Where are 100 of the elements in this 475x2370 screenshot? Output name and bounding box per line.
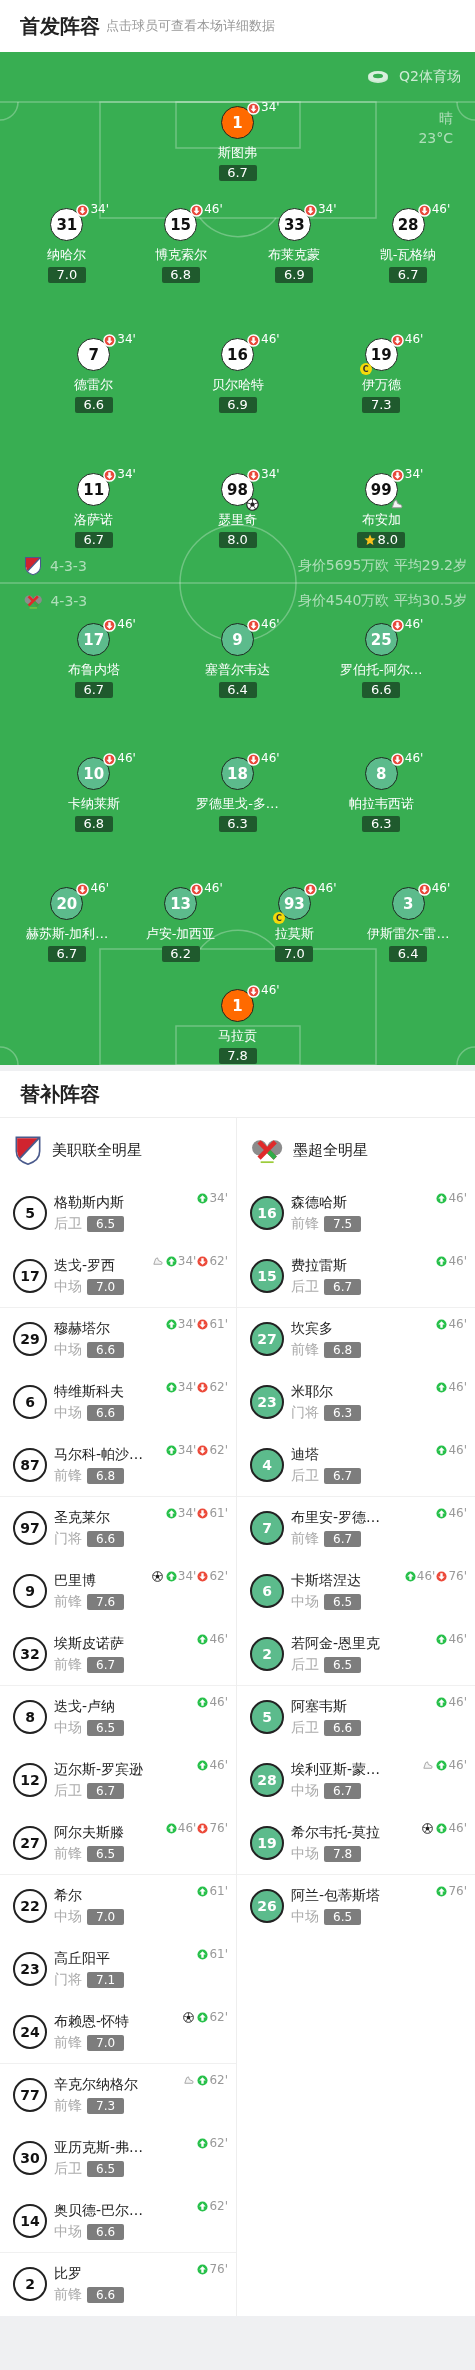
weather-text: 晴: [439, 110, 453, 128]
substitute-row[interactable]: 26 阿兰-包蒂斯塔 中场 6.5 76': [237, 1875, 475, 1938]
substitute-row[interactable]: 5 格勒斯内斯 后卫 6.5 34': [0, 1182, 236, 1245]
player-name: 凯-瓦格纳: [379, 246, 437, 264]
sub-out-icon: [390, 753, 404, 766]
player-position: 前锋: [291, 1529, 319, 1548]
minute-text: 62': [209, 1380, 228, 1394]
substitute-row[interactable]: 6 特维斯科夫 中场 6.6 34' 62': [0, 1371, 236, 1434]
section-title: 首发阵容: [20, 12, 100, 40]
sub-in-icon: [436, 1318, 448, 1330]
minute-text: 61': [209, 1317, 228, 1331]
substitute-row[interactable]: 28 埃利亚斯-蒙… 中场 6.7 46': [237, 1749, 475, 1812]
player-position: 前锋: [54, 1592, 82, 1611]
substitute-row[interactable]: 2 比罗 前锋 6.6 76': [0, 2253, 236, 2316]
player-name: 罗伯托-阿尔…: [339, 661, 423, 679]
substitute-row[interactable]: 9 巴里博 前锋 7.6 34' 62': [0, 1560, 236, 1623]
substitute-row[interactable]: 2 若阿金-恩里克 后卫 6.5 46': [237, 1623, 475, 1686]
shirt-number[interactable]: 7: [77, 338, 111, 371]
substitute-row[interactable]: 16 森德哈斯 前锋 7.5 46': [237, 1182, 475, 1245]
team-value-text: 身价4540万欧 平均30.5岁: [297, 592, 467, 610]
substitute-row[interactable]: 87 马尔科-帕沙… 前锋 6.8 34' 62': [0, 1434, 236, 1497]
substitute-row[interactable]: 22 希尔 中场 7.0 61': [0, 1875, 236, 1938]
shirt-number: 19: [250, 1826, 284, 1860]
sub-in-icon: [197, 2011, 209, 2023]
player-name: 特维斯科夫: [54, 1382, 125, 1401]
player-name: 马拉贡: [218, 1027, 257, 1045]
player-position: 前锋: [54, 2033, 82, 2052]
player-rating: 6.7: [74, 682, 113, 698]
player-rating: 6.3: [218, 816, 257, 832]
player-name: 圣克莱尔: [54, 1508, 111, 1527]
substitute-row[interactable]: 6 卡斯塔涅达 中场 6.5 46' 76': [237, 1560, 475, 1623]
substitute-row[interactable]: 24 布赖恩-怀特 前锋 7.0 62': [0, 2001, 236, 2064]
substitute-row[interactable]: 7 布里安-罗德… 前锋 6.7 46': [237, 1497, 475, 1560]
shirt-number[interactable]: 33: [277, 208, 311, 241]
shirt-number: 27: [250, 1322, 284, 1356]
shirt-number: 24: [13, 2015, 47, 2049]
minute-text: 62': [209, 1569, 228, 1583]
player-rating: 6.6: [87, 1404, 125, 1421]
substitute-row[interactable]: 14 奥贝德-巴尔… 中场 6.6 62': [0, 2190, 236, 2253]
player-position: 后卫: [291, 1718, 319, 1737]
player-position: 门将: [54, 1529, 82, 1548]
shirt-number: 5: [250, 1700, 284, 1734]
shirt-number[interactable]: 11: [77, 473, 111, 506]
player-rating: 6.7: [74, 532, 113, 548]
player-rating: 6.6: [362, 682, 401, 698]
player-name: 格勒斯内斯: [54, 1193, 125, 1212]
substitute-row[interactable]: 27 阿尔夫斯滕 前锋 6.5 46' 76': [0, 1812, 236, 1875]
substitute-row[interactable]: 19 希尔韦托-莫拉 中场 7.8 46': [237, 1812, 475, 1875]
player-name: 若阿金-恩里克: [291, 1634, 381, 1653]
minute-text: 46': [317, 881, 337, 895]
substitute-row[interactable]: 17 迭戈-罗西 中场 7.0 34' 62': [0, 1245, 236, 1308]
substitute-row[interactable]: 4 迪塔 后卫 6.7 46': [237, 1434, 475, 1497]
shirt-number[interactable]: 28: [391, 208, 425, 241]
minute-text: 46': [448, 1380, 467, 1394]
substitute-row[interactable]: 30 亚历克斯-弗… 后卫 6.5 62': [0, 2127, 236, 2190]
player-position: 后卫: [291, 1277, 319, 1296]
player-rating: 6.6: [87, 1341, 125, 1358]
substitute-row[interactable]: 27 坎宾多 前锋 6.8 46': [237, 1308, 475, 1371]
player-name: 希尔: [54, 1886, 83, 1905]
player-position: 中场: [54, 1340, 82, 1359]
shirt-number[interactable]: 99: [364, 473, 398, 506]
player-rating: 8.0: [357, 532, 406, 548]
player-rating: 6.4: [218, 682, 257, 698]
shirt-number[interactable]: 16: [221, 338, 254, 371]
substitute-row[interactable]: 8 迭戈-卢纳 中场 6.5 46': [0, 1686, 236, 1749]
player-rating: 6.7: [324, 1278, 362, 1295]
player-rating: 6.7: [389, 267, 428, 283]
player-name: 纳哈尔: [47, 246, 87, 264]
player-name: 穆赫塔尔: [54, 1319, 111, 1338]
sub-in-icon: [197, 1885, 209, 1897]
player-rating: 6.6: [87, 1530, 125, 1547]
substitute-row[interactable]: 32 埃斯皮诺萨 前锋 6.7 46': [0, 1623, 236, 1686]
player-name: 卢安-加西亚: [145, 925, 216, 943]
substitute-row[interactable]: 15 费拉雷斯 后卫 6.7 46': [237, 1245, 475, 1308]
player-name: 阿兰-包蒂斯塔: [291, 1886, 381, 1905]
substitute-row[interactable]: 12 迈尔斯-罗宾逊 后卫 6.7 46': [0, 1749, 236, 1812]
substitute-row[interactable]: 23 米耶尔 门将 6.3 46': [237, 1371, 475, 1434]
team-value-text: 身价5695万欧 平均29.2岁: [297, 557, 467, 575]
substitute-row[interactable]: 77 辛克尔纳格尔 前锋 7.3 62': [0, 2064, 236, 2127]
substitute-row[interactable]: 23 高丘阳平 门将 7.1 61': [0, 1938, 236, 2001]
minute-text: 34': [177, 1506, 197, 1520]
player-rating: 6.7: [324, 1782, 362, 1799]
shirt-number[interactable]: 15: [164, 208, 198, 241]
minute-text: 34': [317, 202, 337, 216]
player-rating: 7.0: [87, 2034, 125, 2051]
player-name: 迪塔: [291, 1445, 320, 1464]
player-position: 前锋: [291, 1214, 319, 1233]
sub-in-icon: [165, 1822, 177, 1834]
player-rating: 6.5: [87, 1719, 125, 1736]
shirt-number[interactable]: 31: [50, 208, 84, 241]
minute-text: 46': [448, 1506, 467, 1520]
player-rating: 6.8: [74, 816, 113, 832]
substitute-row[interactable]: 29 穆赫塔尔 中场 6.6 34' 61': [0, 1308, 236, 1371]
player-rating: 7.3: [87, 2097, 125, 2114]
substitute-row[interactable]: 5 阿塞韦斯 后卫 6.6 46': [237, 1686, 475, 1749]
sub-in-icon: [436, 1633, 448, 1645]
shirt-number: 17: [13, 1259, 47, 1293]
player-name: 坎宾多: [291, 1319, 334, 1338]
substitute-row[interactable]: 97 圣克莱尔 门将 6.6 34' 61': [0, 1497, 236, 1560]
sub-in-icon: [165, 1318, 177, 1330]
